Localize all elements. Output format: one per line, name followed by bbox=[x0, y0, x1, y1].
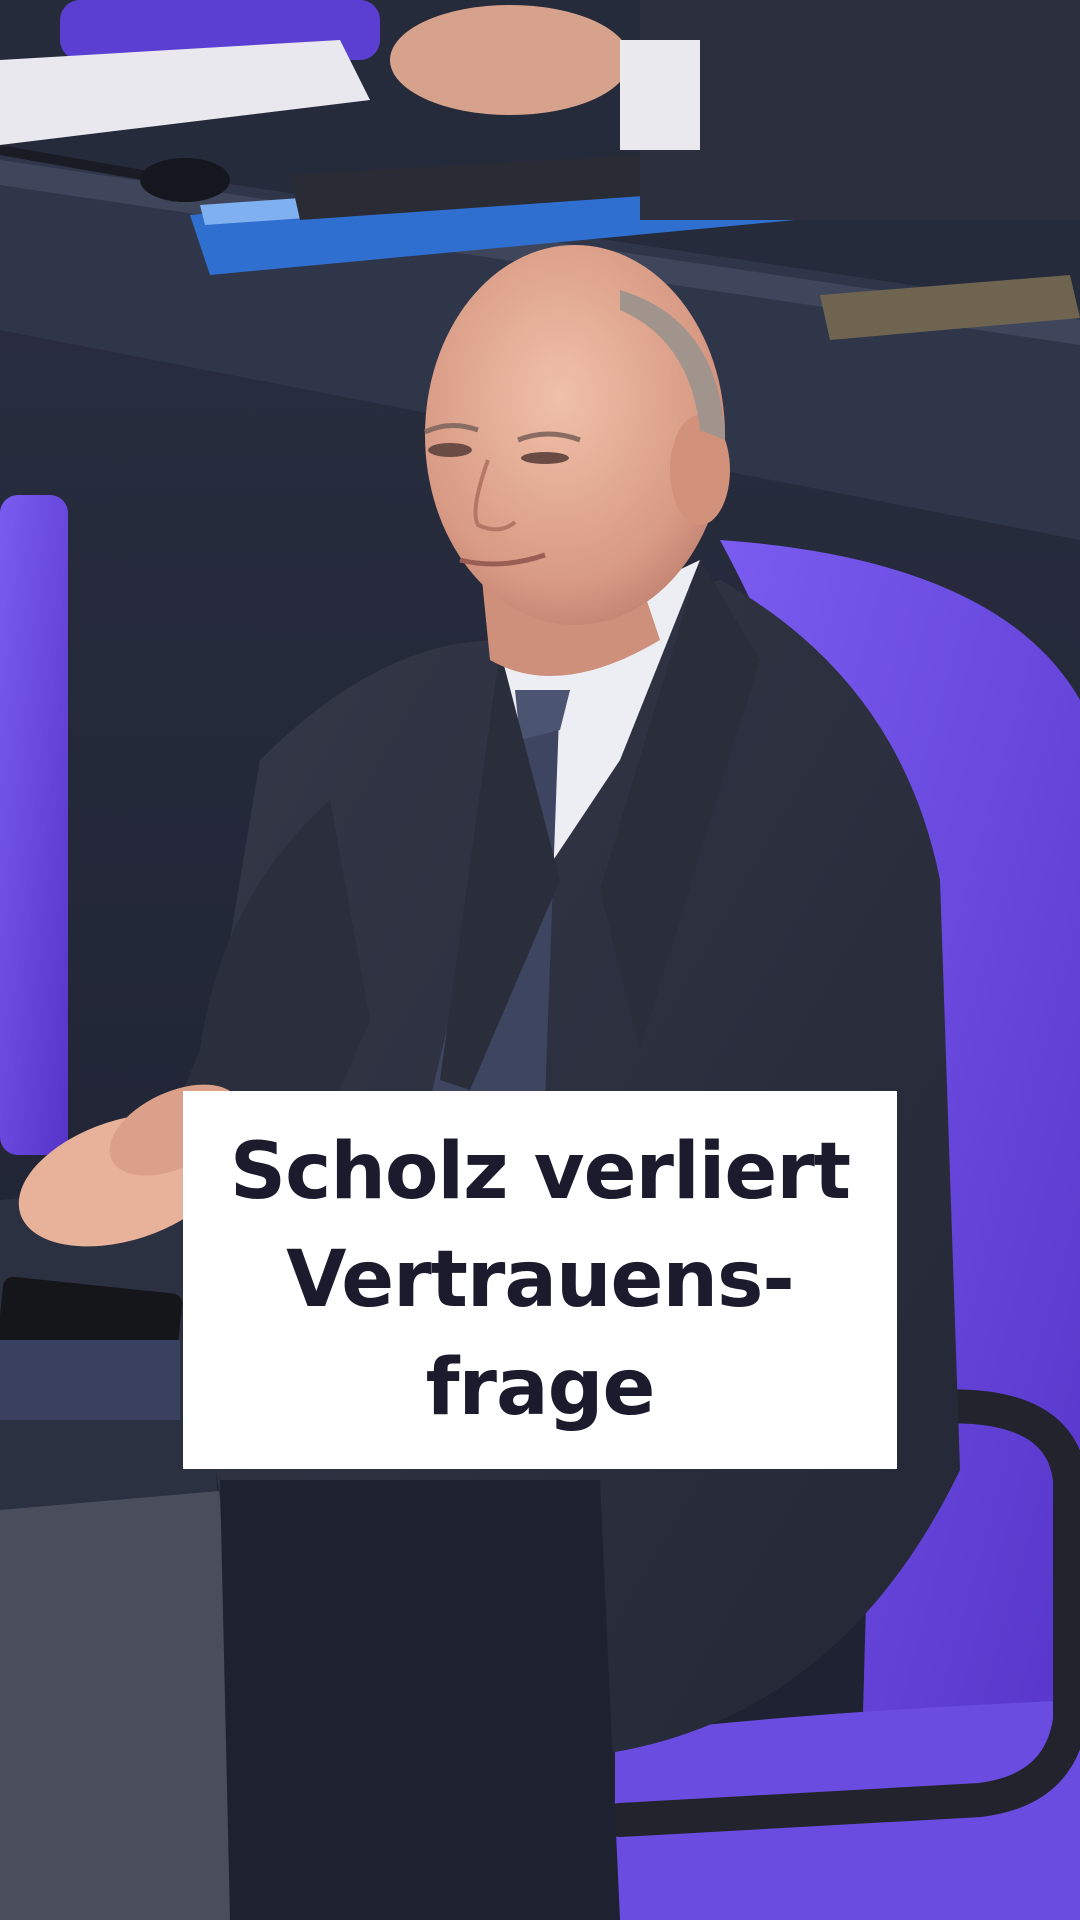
story-slide: Scholz verliert Vertrauens- frage bbox=[0, 0, 1080, 1920]
background-photo bbox=[0, 0, 1080, 1920]
headline-box: Scholz verliert Vertrauens- frage bbox=[183, 1091, 897, 1469]
headline: Scholz verliert Vertrauens- frage bbox=[229, 1118, 851, 1442]
headline-line-1: Scholz verliert bbox=[229, 1127, 851, 1217]
headline-line-2: Vertrauens- bbox=[286, 1235, 795, 1325]
headline-line-3: frage bbox=[425, 1343, 656, 1433]
